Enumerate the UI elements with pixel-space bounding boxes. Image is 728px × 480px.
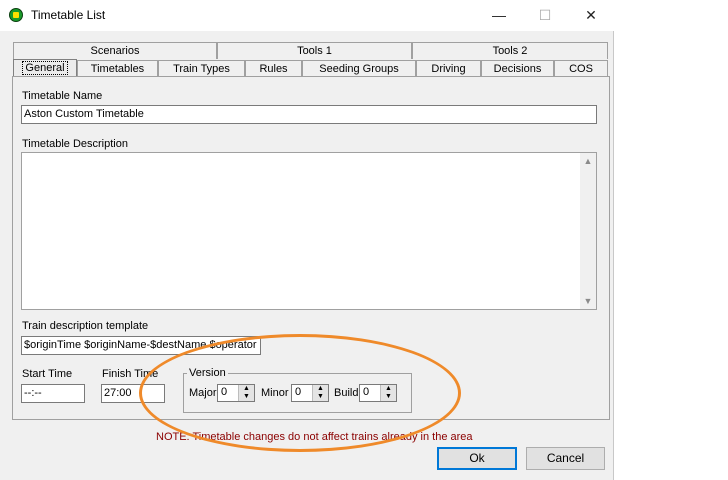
tab-general[interactable]: General <box>13 59 77 77</box>
finish-time-input[interactable]: 27:00 <box>101 384 165 403</box>
major-spinner[interactable]: 0 ▲ ▼ <box>217 384 255 402</box>
tab-decisions[interactable]: Decisions <box>481 60 554 77</box>
cancel-button[interactable]: Cancel <box>526 447 605 470</box>
tab-tools-1[interactable]: Tools 1 <box>217 42 412 59</box>
major-value: 0 <box>221 386 228 398</box>
minor-label: Minor <box>261 387 289 399</box>
tab-train-types[interactable]: Train Types <box>158 60 245 77</box>
minor-value: 0 <box>295 386 302 398</box>
minimize-button[interactable]: — <box>476 0 522 31</box>
spin-down-icon[interactable]: ▼ <box>239 393 254 401</box>
minor-spinner[interactable]: 0 ▲ ▼ <box>291 384 329 402</box>
spin-down-icon[interactable]: ▼ <box>381 393 396 401</box>
tab-seeding-groups[interactable]: Seeding Groups <box>302 60 416 77</box>
timetable-name-input[interactable]: Aston Custom Timetable <box>21 105 597 124</box>
tab-driving[interactable]: Driving <box>416 60 481 77</box>
build-label: Build <box>334 387 359 399</box>
spin-up-icon[interactable]: ▲ <box>239 385 254 393</box>
start-time-label: Start Time <box>22 368 73 380</box>
build-spin-buttons[interactable]: ▲ ▼ <box>380 385 396 401</box>
timetable-name-label: Timetable Name <box>22 90 103 102</box>
maximize-button[interactable]: ☐ <box>522 0 568 31</box>
app-icon <box>9 8 23 22</box>
tab-tools-2[interactable]: Tools 2 <box>412 42 608 59</box>
window-title: Timetable List <box>31 8 106 22</box>
tab-cos[interactable]: COS <box>554 60 608 77</box>
minor-spin-buttons[interactable]: ▲ ▼ <box>312 385 328 401</box>
tab-rules[interactable]: Rules <box>245 60 302 77</box>
title-bar: Timetable List — ☐ ✕ <box>0 0 614 31</box>
scroll-up-icon[interactable]: ▲ <box>580 153 596 169</box>
spin-up-icon[interactable]: ▲ <box>313 385 328 393</box>
timetable-description-label: Timetable Description <box>22 138 128 150</box>
finish-time-label: Finish Time <box>102 368 159 380</box>
description-scrollbar[interactable]: ▲ ▼ <box>580 153 596 309</box>
major-spin-buttons[interactable]: ▲ ▼ <box>238 385 254 401</box>
tab-general-label: General <box>22 61 68 75</box>
scroll-down-icon[interactable]: ▼ <box>580 293 596 309</box>
version-group-title: Version <box>187 367 228 379</box>
tab-scenarios[interactable]: Scenarios <box>13 42 217 59</box>
build-spinner[interactable]: 0 ▲ ▼ <box>359 384 397 402</box>
ok-button[interactable]: Ok <box>437 447 517 470</box>
major-label: Major <box>189 387 217 399</box>
start-time-input[interactable]: --:-- <box>21 384 85 403</box>
close-button[interactable]: ✕ <box>568 0 614 31</box>
build-value: 0 <box>363 386 370 398</box>
spin-up-icon[interactable]: ▲ <box>381 385 396 393</box>
timetable-list-window: Timetable List — ☐ ✕ Scenarios Tools 1 T… <box>0 0 614 480</box>
description-template-label: Train description template <box>22 320 149 332</box>
timetable-description-textarea[interactable]: ▲ ▼ <box>21 152 597 310</box>
description-template-input[interactable]: $originTime $originName-$destName $opera… <box>21 336 261 355</box>
timetable-note: NOTE: Timetable changes do not affect tr… <box>156 431 473 443</box>
spin-down-icon[interactable]: ▼ <box>313 393 328 401</box>
tab-timetables[interactable]: Timetables <box>77 60 158 77</box>
